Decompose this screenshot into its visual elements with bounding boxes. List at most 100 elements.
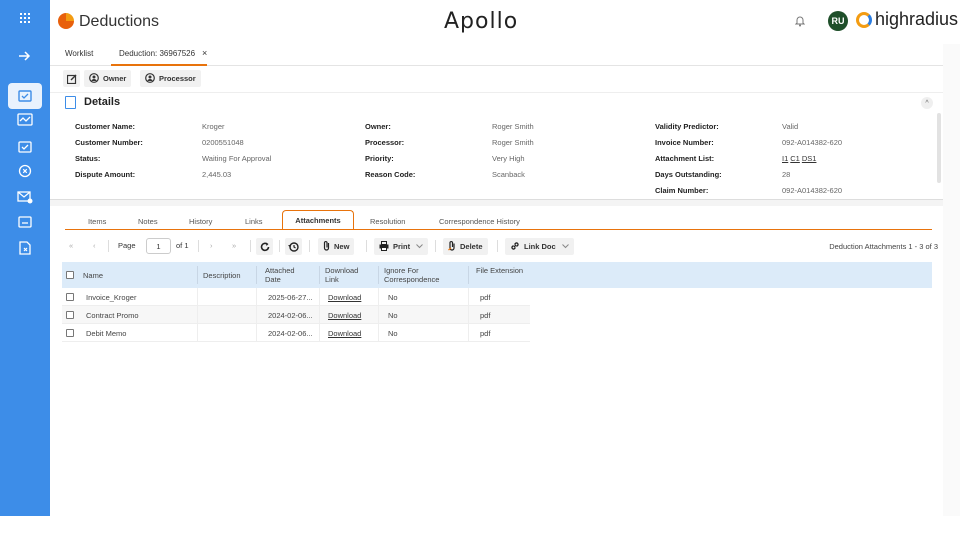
status-value: Waiting For Approval	[202, 154, 272, 163]
tab-deduction[interactable]: Deduction: 36967526	[119, 49, 195, 58]
cell-name: Debit Memo	[86, 329, 127, 338]
download-link[interactable]: Download	[328, 293, 361, 302]
cell-divider	[378, 288, 379, 306]
subtab-history[interactable]: History	[189, 217, 212, 226]
link-doc-button[interactable]: Link Doc	[505, 238, 574, 255]
priority-label: Priority:	[365, 154, 394, 163]
download-link[interactable]: Download	[328, 329, 361, 338]
table-row[interactable]: Invoice_Kroger 2025-06-27... Download No…	[62, 288, 530, 306]
apps-grid-icon[interactable]	[15, 8, 35, 28]
dispute-amount-label: Dispute Amount:	[75, 170, 136, 179]
document-icon	[65, 96, 76, 109]
tab-worklist[interactable]: Worklist	[65, 49, 93, 58]
subtab-attachments[interactable]: Attachments	[282, 210, 354, 230]
attachment-link-i1[interactable]: I1	[782, 154, 788, 163]
separator	[309, 240, 310, 252]
reports-icon[interactable]	[15, 212, 35, 232]
next-page-button[interactable]: ›	[210, 241, 213, 250]
subtab-resolution[interactable]: Resolution	[370, 217, 405, 226]
notification-bell-icon[interactable]	[794, 15, 806, 30]
collapse-chevron-icon[interactable]: ^	[921, 97, 933, 109]
link-doc-dropdown-chevron-icon[interactable]	[561, 242, 569, 251]
edit-icon	[66, 74, 76, 84]
analytics-icon[interactable]	[15, 110, 35, 130]
separator	[279, 240, 280, 252]
cell-divider	[197, 306, 198, 324]
attachment-link-c1[interactable]: C1	[790, 154, 800, 163]
worklist-icon[interactable]	[8, 83, 42, 109]
tab-close-icon[interactable]: ×	[202, 48, 207, 58]
separator	[366, 240, 367, 252]
validity-predictor-value: Valid	[782, 122, 799, 131]
attachment-link-ds1[interactable]: DS1	[802, 154, 817, 163]
col-header-ignore-correspondence[interactable]: Ignore For Correspondence	[384, 266, 464, 284]
row-checkbox[interactable]	[66, 293, 74, 301]
table-row[interactable]: Contract Promo 2024-02-06... Download No…	[62, 306, 530, 324]
download-link[interactable]: Download	[328, 311, 361, 320]
expand-arrow-icon[interactable]	[15, 46, 35, 66]
row-checkbox[interactable]	[66, 329, 74, 337]
user-avatar[interactable]: RU	[828, 11, 848, 31]
col-separator	[319, 266, 320, 284]
page-number-input[interactable]: 1	[146, 238, 171, 254]
col-header-download-link[interactable]: Download Link	[325, 266, 371, 284]
print-button[interactable]: Print	[374, 238, 429, 255]
link-doc-label: Link Doc	[524, 242, 556, 251]
print-dropdown-chevron-icon[interactable]	[416, 242, 423, 251]
subtab-links[interactable]: Links	[245, 217, 263, 226]
owner-button[interactable]: Owner	[84, 70, 132, 87]
separator	[250, 240, 251, 252]
new-label: New	[334, 242, 350, 251]
select-all-checkbox[interactable]	[66, 271, 74, 279]
col-separator	[256, 266, 257, 284]
highradius-ring-icon	[856, 11, 872, 28]
cell-ignore: No	[388, 311, 398, 320]
documents-icon[interactable]	[15, 238, 35, 258]
col-header-description[interactable]: Description	[203, 271, 241, 280]
highradius-logo: highradius	[856, 9, 958, 30]
owner-icon	[89, 72, 99, 85]
table-row[interactable]: Debit Memo 2024-02-06... Download No pdf	[62, 324, 530, 342]
print-icon	[379, 240, 389, 253]
delete-button[interactable]: Delete	[443, 238, 488, 255]
subtab-items[interactable]: Items	[88, 217, 106, 226]
last-page-button[interactable]: »	[232, 241, 236, 250]
col-header-name[interactable]: Name	[83, 271, 103, 280]
new-attachment-button[interactable]: New	[318, 238, 355, 255]
owner-field-value: Roger Smith	[492, 122, 534, 131]
section-divider	[50, 200, 943, 206]
refresh-button[interactable]	[256, 238, 273, 255]
first-page-button[interactable]: «	[69, 241, 73, 250]
grid-header: Name Description Attached Date Download …	[62, 262, 932, 288]
details-scrollbar[interactable]	[937, 113, 941, 183]
col-header-file-extension[interactable]: File Extension	[476, 266, 526, 275]
col-separator	[378, 266, 379, 284]
cell-ignore: No	[388, 293, 398, 302]
apollo-brand: Apollo	[444, 9, 519, 34]
col-header-attached-date[interactable]: Attached Date	[265, 266, 309, 284]
cell-divider	[256, 288, 257, 306]
app-title: Deductions	[79, 13, 160, 30]
row-checkbox[interactable]	[66, 311, 74, 319]
col-separator	[468, 266, 469, 284]
customer-name-label: Customer Name:	[75, 122, 136, 131]
owner-label: Owner	[103, 74, 127, 83]
main-scrollbar[interactable]	[943, 44, 960, 516]
details-header[interactable]: Details ^	[50, 93, 943, 113]
processor-field-value: Roger Smith	[492, 138, 534, 147]
edit-button[interactable]	[63, 70, 80, 87]
invoice-number-label: Invoice Number:	[655, 138, 714, 147]
history-button[interactable]	[285, 238, 302, 255]
restore-icon	[288, 241, 299, 252]
processor-button[interactable]: Processor	[140, 70, 201, 87]
mail-icon[interactable]	[15, 187, 35, 207]
prev-page-button[interactable]: ‹	[93, 241, 96, 250]
subtab-correspondence-history[interactable]: Correspondence History	[439, 217, 520, 226]
disputes-icon[interactable]	[15, 161, 35, 181]
subtab-notes[interactable]: Notes	[138, 217, 158, 226]
deductions-logo-icon	[58, 13, 74, 29]
subtab-underline	[65, 229, 932, 230]
reason-code-label: Reason Code:	[365, 170, 416, 179]
owner-field-label: Owner:	[365, 122, 391, 131]
tasks-icon[interactable]	[15, 137, 35, 157]
